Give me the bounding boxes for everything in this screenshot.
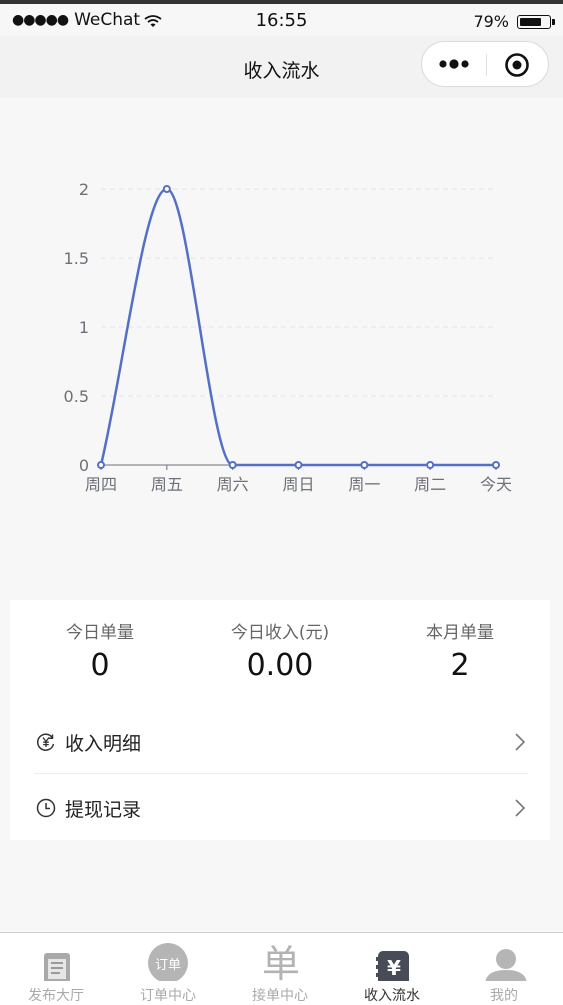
income-chart: 0 0.5 1 1.5 2 周四 周五 周六 周日 周一 周二 今天: [0, 98, 563, 598]
close-miniprogram-icon[interactable]: [504, 52, 530, 78]
stat-today-income: 今日收入(元) 0.00: [190, 600, 370, 700]
y-tick-label: 1.5: [64, 249, 89, 268]
status-right: 79%: [473, 12, 555, 31]
x-tick-label: 周五: [151, 475, 183, 494]
x-tick-label: 周六: [217, 475, 249, 494]
wallet-yen-icon: ¥: [336, 941, 448, 985]
stats-card: 今日单量 0 今日收入(元) 0.00 本月单量 2 收入明细 提现记录: [10, 600, 550, 840]
data-point[interactable]: [228, 461, 237, 469]
chevron-right-icon: [514, 732, 526, 752]
y-tick-label: 1: [79, 318, 89, 337]
user-avatar-icon: [448, 941, 560, 985]
battery-percent: 79%: [473, 12, 509, 31]
dan-glyph: 单: [262, 942, 300, 981]
x-tick-label: 今天: [480, 475, 512, 494]
menu-divider: [34, 773, 528, 774]
x-tick-label: 周二: [414, 475, 446, 494]
tab-label: 收入流水: [364, 988, 420, 1004]
menu-income-details[interactable]: 收入明细: [34, 710, 528, 774]
stat-value: 0.00: [246, 648, 314, 683]
tab-label: 接单中心: [252, 988, 308, 1004]
stat-label: 今日单量: [66, 623, 134, 643]
stat-month-orders: 本月单量 2: [370, 600, 550, 700]
y-tick-label: 0.5: [64, 387, 89, 406]
stat-today-orders: 今日单量 0: [10, 600, 190, 700]
stat-label: 本月单量: [426, 623, 494, 643]
chevron-right-icon: [514, 798, 526, 818]
miniprogram-capsule: [421, 41, 549, 87]
x-tick-label: 周日: [282, 475, 314, 494]
data-point[interactable]: [426, 461, 435, 469]
document-list-icon: [0, 941, 112, 983]
y-tick-label: 0: [79, 456, 89, 475]
stat-label: 今日收入(元): [230, 623, 330, 643]
tab-mine[interactable]: 我的: [448, 933, 560, 1005]
capsule-divider: [486, 54, 487, 76]
y-tick-label: 2: [79, 180, 89, 199]
data-point[interactable]: [97, 461, 105, 469]
order-badge-icon: 订单: [112, 941, 224, 983]
data-point[interactable]: [492, 461, 500, 469]
x-tick-label: 周一: [348, 475, 380, 494]
yen-glyph: ¥: [387, 956, 401, 980]
line-chart: 0 0.5 1 1.5 2 周四 周五 周六 周日 周一 周二 今天: [64, 180, 512, 494]
status-bar: ●●●●● WeChat 16:55 79%: [0, 4, 563, 36]
tab-publish-hall[interactable]: 发布大厅: [0, 933, 112, 1005]
tab-order-center[interactable]: 订单 订单中心: [112, 933, 224, 1005]
menu-label: 提现记录: [65, 799, 142, 821]
stat-value: 0: [90, 648, 110, 683]
data-point[interactable]: [360, 461, 369, 469]
tab-label: 我的: [490, 988, 518, 1004]
dan-char-icon: 单: [224, 941, 336, 986]
tab-accept-center[interactable]: 单 接单中心: [224, 933, 336, 1005]
tab-bar: 发布大厅 订单 订单中心 单 接单中心 ¥ 收入流水 我的: [0, 932, 563, 1005]
data-point[interactable]: [162, 185, 171, 193]
navigation-bar: 收入流水: [0, 36, 563, 98]
stat-value: 2: [450, 648, 470, 683]
clock-icon: [36, 798, 56, 818]
tab-label: 订单中心: [140, 988, 196, 1004]
tab-label: 发布大厅: [28, 988, 84, 1004]
more-options-icon[interactable]: [438, 55, 474, 73]
tab-income-flow[interactable]: ¥ 收入流水: [336, 933, 448, 1005]
yen-circle-icon: [36, 732, 56, 752]
order-badge-text: 订单: [155, 958, 181, 973]
battery-icon: [517, 14, 555, 29]
menu-label: 收入明细: [65, 733, 142, 755]
menu-withdraw-records[interactable]: 提现记录: [34, 776, 528, 840]
x-tick-label: 周四: [85, 475, 117, 494]
data-point[interactable]: [294, 461, 303, 469]
